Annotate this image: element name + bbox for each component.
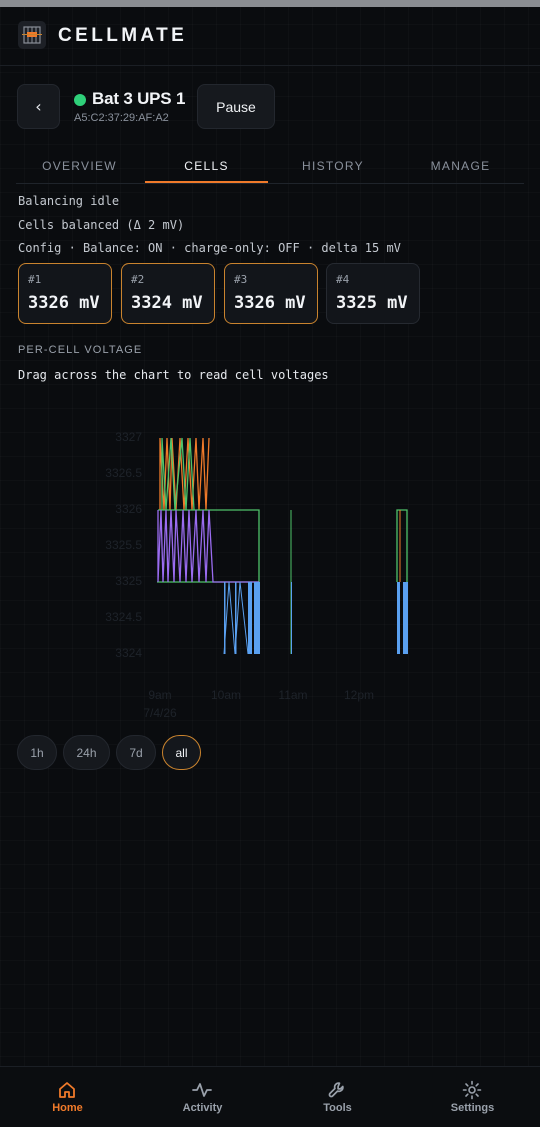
cell-card-1: #1 3326 mV (18, 263, 112, 324)
tab-overview[interactable]: OVERVIEW (16, 148, 143, 184)
cell-card-4: #4 3325 mV (326, 263, 420, 324)
cell-index: #4 (336, 273, 350, 286)
x-tick-label: 11am (278, 688, 307, 702)
cell-voltage: 3326 mV (234, 293, 306, 313)
app-title: CELLMATE (58, 25, 188, 46)
back-button[interactable]: ‹ (17, 84, 60, 129)
cell-voltage: 3325 mV (336, 293, 408, 313)
device-mac-address: A5:C2:37:29:AF:A2 (74, 112, 169, 124)
x-axis-labels: 9am 10am 11am 12pm 7/4/26 (143, 688, 374, 720)
cell-index: #2 (131, 273, 145, 286)
pause-button[interactable]: Pause (197, 84, 275, 129)
y-axis-labels: 3327 3326.5 3326 3325.5 3325 3324.5 3324 (105, 430, 142, 660)
series-line (396, 509, 408, 582)
home-icon (57, 1080, 77, 1100)
series-bar (291, 582, 292, 654)
series-purple (157, 509, 259, 583)
activity-icon (192, 1080, 212, 1100)
cell-voltage: 3324 mV (131, 293, 203, 313)
nav-label: Tools (323, 1102, 352, 1114)
nav-label: Settings (450, 1102, 495, 1114)
window-top-strip (0, 0, 540, 7)
cell-index: #3 (234, 273, 248, 286)
balance-delta-status: Cells balanced (Δ 2 mV) (18, 218, 185, 232)
range-all[interactable]: all (162, 735, 201, 770)
tab-manage[interactable]: MANAGE (397, 148, 524, 184)
tab-cells[interactable]: CELLS (145, 148, 268, 184)
active-tab-indicator (145, 181, 268, 183)
x-tick-label: 9am (148, 688, 171, 702)
series-bar (403, 582, 408, 654)
cell-card-2: #2 3324 mV (121, 263, 215, 324)
range-24h[interactable]: 24h (63, 735, 110, 770)
tab-history[interactable]: HISTORY (270, 148, 396, 184)
nav-settings[interactable]: Settings (405, 1067, 540, 1127)
series-bar (254, 582, 260, 654)
balance-config: Config · Balance: ON · charge-only: OFF … (18, 241, 401, 255)
per-cell-voltage-chart[interactable]: 3327 3326.5 3326 3325.5 3325 3324.5 3324… (0, 420, 540, 730)
balancing-status: Balancing idle (18, 194, 120, 208)
section-heading: PER-CELL VOLTAGE (18, 344, 143, 356)
chart-hint: Drag across the chart to read cell volta… (18, 368, 329, 382)
x-date-label: 7/4/26 (143, 706, 177, 720)
cell-index: #1 (28, 273, 42, 286)
nav-label: Activity (182, 1102, 223, 1114)
nav-label: Home (52, 1102, 83, 1114)
x-tick-label: 12pm (344, 688, 374, 702)
y-tick-label: 3325.5 (105, 538, 142, 552)
gear-icon (462, 1080, 482, 1100)
cell-voltage: 3326 mV (28, 293, 100, 313)
y-tick-label: 3326 (115, 502, 142, 516)
connection-status-dot (74, 94, 86, 106)
range-1h[interactable]: 1h (17, 735, 57, 770)
cell-card-3: #3 3326 mV (224, 263, 318, 324)
range-7d[interactable]: 7d (116, 735, 156, 770)
series-line (157, 509, 259, 583)
battery-grid-icon (18, 21, 46, 49)
app-header: CELLMATE (0, 7, 540, 66)
series-bar (397, 582, 400, 654)
tab-bar: OVERVIEW CELLS HISTORY MANAGE (16, 148, 524, 184)
nav-tools[interactable]: Tools (270, 1067, 405, 1127)
series-blue (224, 582, 408, 654)
x-tick-label: 10am (211, 688, 241, 702)
series-bar (248, 582, 252, 654)
y-tick-label: 3324.5 (105, 610, 142, 624)
y-tick-label: 3325 (115, 574, 142, 588)
nav-activity[interactable]: Activity (135, 1067, 270, 1127)
y-tick-label: 3324 (115, 646, 142, 660)
y-tick-label: 3326.5 (105, 466, 142, 480)
y-tick-label: 3327 (115, 430, 142, 444)
device-name: Bat 3 UPS 1 (92, 89, 186, 108)
nav-home[interactable]: Home (0, 1067, 135, 1127)
wrench-icon (327, 1080, 347, 1100)
bottom-nav: Home Activity Tools Settings (0, 1066, 540, 1127)
